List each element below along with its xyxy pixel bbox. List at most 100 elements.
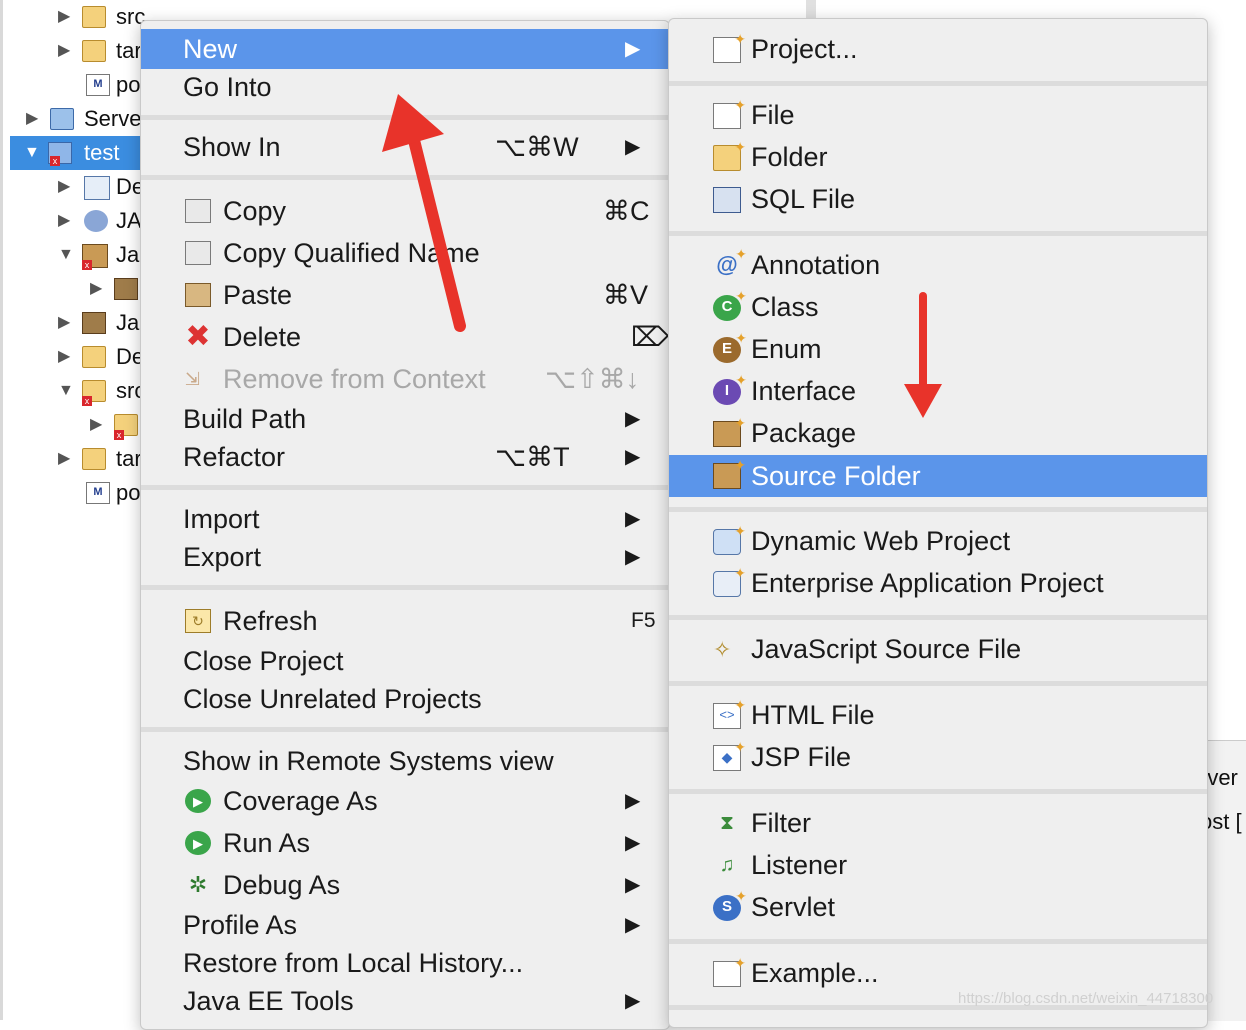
submenu-item-annotation[interactable]: @ ✦ Annotation (669, 245, 1207, 285)
submenu-item-project[interactable]: ✦ Project... (669, 29, 1207, 69)
menu-item-close-project[interactable]: Close Project (141, 641, 669, 681)
menu-item-java-ee-tools[interactable]: Java EE Tools ▶ (141, 981, 669, 1021)
expand-arrow-icon[interactable]: ▶ (58, 0, 70, 34)
menu-item-label: Remove from Context (223, 364, 486, 394)
submenu-item-folder[interactable]: ✦ Folder (669, 137, 1207, 177)
delete-icon: ✖ (185, 320, 211, 353)
menu-item-show-in[interactable]: Show In ⌥⌘W ▶ (141, 127, 669, 167)
menu-item-label: Close Unrelated Projects (183, 684, 482, 714)
menu-item-label: Dynamic Web Project (751, 526, 1011, 556)
submenu-item-class[interactable]: C ✦ Class (669, 287, 1207, 327)
new-folder-icon: ✦ (713, 140, 746, 171)
tree-item-label: Serve (84, 106, 142, 131)
menu-item-refresh[interactable]: ↻ Refresh F5 (141, 601, 669, 641)
menu-item-paste[interactable]: Paste ⌘V (141, 275, 669, 315)
expand-arrow-icon[interactable]: ▶ (58, 204, 70, 238)
source-folder-icon: ✦ (713, 458, 746, 489)
submenu-item-listener[interactable]: ♫ Listener (669, 845, 1207, 885)
menu-item-coverage-as[interactable]: ▶ Coverage As ▶ (141, 781, 669, 821)
menu-item-export[interactable]: Export ▶ (141, 537, 669, 577)
refresh-icon: ↻ (185, 609, 211, 633)
submenu-item-source-folder[interactable]: ✦ Source Folder (669, 455, 1207, 497)
collapse-arrow-icon[interactable]: ▼ (58, 374, 74, 408)
expand-arrow-icon[interactable]: ▶ (26, 102, 38, 136)
menu-item-label: Enterprise Application Project (751, 568, 1104, 598)
expand-arrow-icon[interactable]: ▶ (58, 34, 70, 68)
menu-item-run-as[interactable]: ▶ Run As ▶ (141, 823, 669, 863)
enterprise-project-icon: ✦ (713, 566, 746, 597)
menu-item-label: Enum (751, 334, 822, 364)
expand-arrow-icon[interactable]: ▶ (58, 340, 70, 374)
menu-item-delete[interactable]: ✖ Delete ⌦ (141, 317, 669, 357)
menu-item-copy[interactable]: Copy ⌘C (141, 191, 669, 231)
menu-item-show-in-remote-systems[interactable]: Show in Remote Systems view (141, 741, 669, 781)
menu-item-label: Folder (751, 142, 828, 172)
submenu-item-dynamic-web-project[interactable]: ✦ Dynamic Web Project (669, 521, 1207, 561)
debug-icon: ✲ (188, 872, 208, 897)
submenu-item-jsp-file[interactable]: ◆ ✦ JSP File (669, 737, 1207, 777)
folder-icon (82, 40, 106, 62)
menu-item-label: Java EE Tools (183, 986, 354, 1016)
menu-item-label: Interface (751, 376, 857, 406)
menu-item-copy-qualified-name[interactable]: Copy Qualified Name (141, 233, 669, 273)
watermark-text: https://blog.csdn.net/weixin_44718300 (958, 990, 1214, 1007)
menu-item-new[interactable]: New ▶ (141, 29, 669, 69)
menu-item-label: New (183, 34, 238, 64)
menu-item-debug-as[interactable]: ✲ Debug As ▶ (141, 865, 669, 905)
expand-arrow-icon[interactable]: ▶ (90, 408, 102, 442)
menu-item-close-unrelated-projects[interactable]: Close Unrelated Projects (141, 679, 669, 719)
submenu-item-html-file[interactable]: <> ✦ HTML File (669, 695, 1207, 735)
tree-item-label: tar (116, 38, 142, 63)
menu-item-profile-as[interactable]: Profile As ▶ (141, 905, 669, 945)
menu-item-label: JSP File (751, 742, 852, 772)
menu-item-label: Class (751, 292, 819, 322)
new-file-icon: ✦ (713, 98, 746, 129)
submenu-arrow-icon: ▶ (625, 446, 641, 468)
submenu-item-javascript-source-file[interactable]: ✧ JavaScript Source File (669, 629, 1207, 669)
deployed-resources-icon (82, 346, 106, 368)
tree-item-label: Ja (116, 242, 140, 267)
expand-arrow-icon[interactable]: ▶ (90, 272, 102, 306)
menu-separator (669, 681, 1207, 686)
menu-item-import[interactable]: Import ▶ (141, 499, 669, 539)
expand-arrow-icon[interactable]: ▶ (58, 306, 70, 340)
class-icon: C ✦ (713, 289, 747, 321)
submenu-item-example[interactable]: ✦ Example... (669, 953, 1207, 993)
new-project-icon: ✦ (713, 32, 746, 63)
package-icon: ✦ (713, 416, 746, 447)
enum-icon: E ✦ (713, 331, 747, 363)
menu-item-shortcut: ⌘C (603, 196, 650, 226)
menu-item-restore-from-local-history[interactable]: Restore from Local History... (141, 943, 669, 983)
collapse-arrow-icon[interactable]: ▼ (58, 238, 74, 272)
dynamic-web-project-icon: ✦ (713, 524, 746, 555)
menu-item-label: Package (751, 418, 857, 448)
submenu-item-sql-file[interactable]: SQL File (669, 179, 1207, 219)
menu-separator (669, 81, 1207, 86)
sql-file-icon (713, 187, 741, 213)
menu-item-label: Export (183, 542, 262, 572)
submenu-item-package[interactable]: ✦ Package (669, 413, 1207, 453)
submenu-arrow-icon: ▶ (625, 832, 641, 854)
submenu-item-file[interactable]: ✦ File (669, 95, 1207, 135)
menu-item-remove-from-context[interactable]: ⇲ Remove from Context ⌥⇧⌘↓ (141, 359, 669, 399)
expand-arrow-icon[interactable]: ▶ (58, 442, 70, 476)
submenu-item-interface[interactable]: I ✦ Interface (669, 371, 1207, 411)
menu-item-go-into[interactable]: Go Into (141, 67, 669, 107)
expand-arrow-icon[interactable]: ▶ (58, 170, 70, 204)
menu-item-refactor[interactable]: Refactor ⌥⌘T ▶ (141, 437, 669, 477)
menu-item-build-path[interactable]: Build Path ▶ (141, 399, 669, 439)
annotation-icon: @ ✦ (716, 246, 747, 277)
tree-item-label: tar (116, 446, 142, 471)
new-submenu: ✦ Project... ✦ File ✦ Folder SQL File @ ✦… (668, 18, 1208, 1028)
html-file-icon: <> ✦ (713, 698, 746, 729)
submenu-item-enterprise-application-project[interactable]: ✦ Enterprise Application Project (669, 563, 1207, 603)
menu-item-label: Example... (751, 958, 879, 988)
submenu-item-filter[interactable]: ⧗ Filter (669, 803, 1207, 843)
submenu-item-servlet[interactable]: S ✦ Servlet (669, 887, 1207, 927)
submenu-item-enum[interactable]: E ✦ Enum (669, 329, 1207, 369)
submenu-arrow-icon: ▶ (625, 990, 641, 1012)
collapse-arrow-icon[interactable]: ▼ (24, 136, 40, 170)
menu-item-label: Servlet (751, 892, 836, 922)
menu-separator (141, 485, 669, 490)
menu-item-label: File (751, 100, 795, 130)
